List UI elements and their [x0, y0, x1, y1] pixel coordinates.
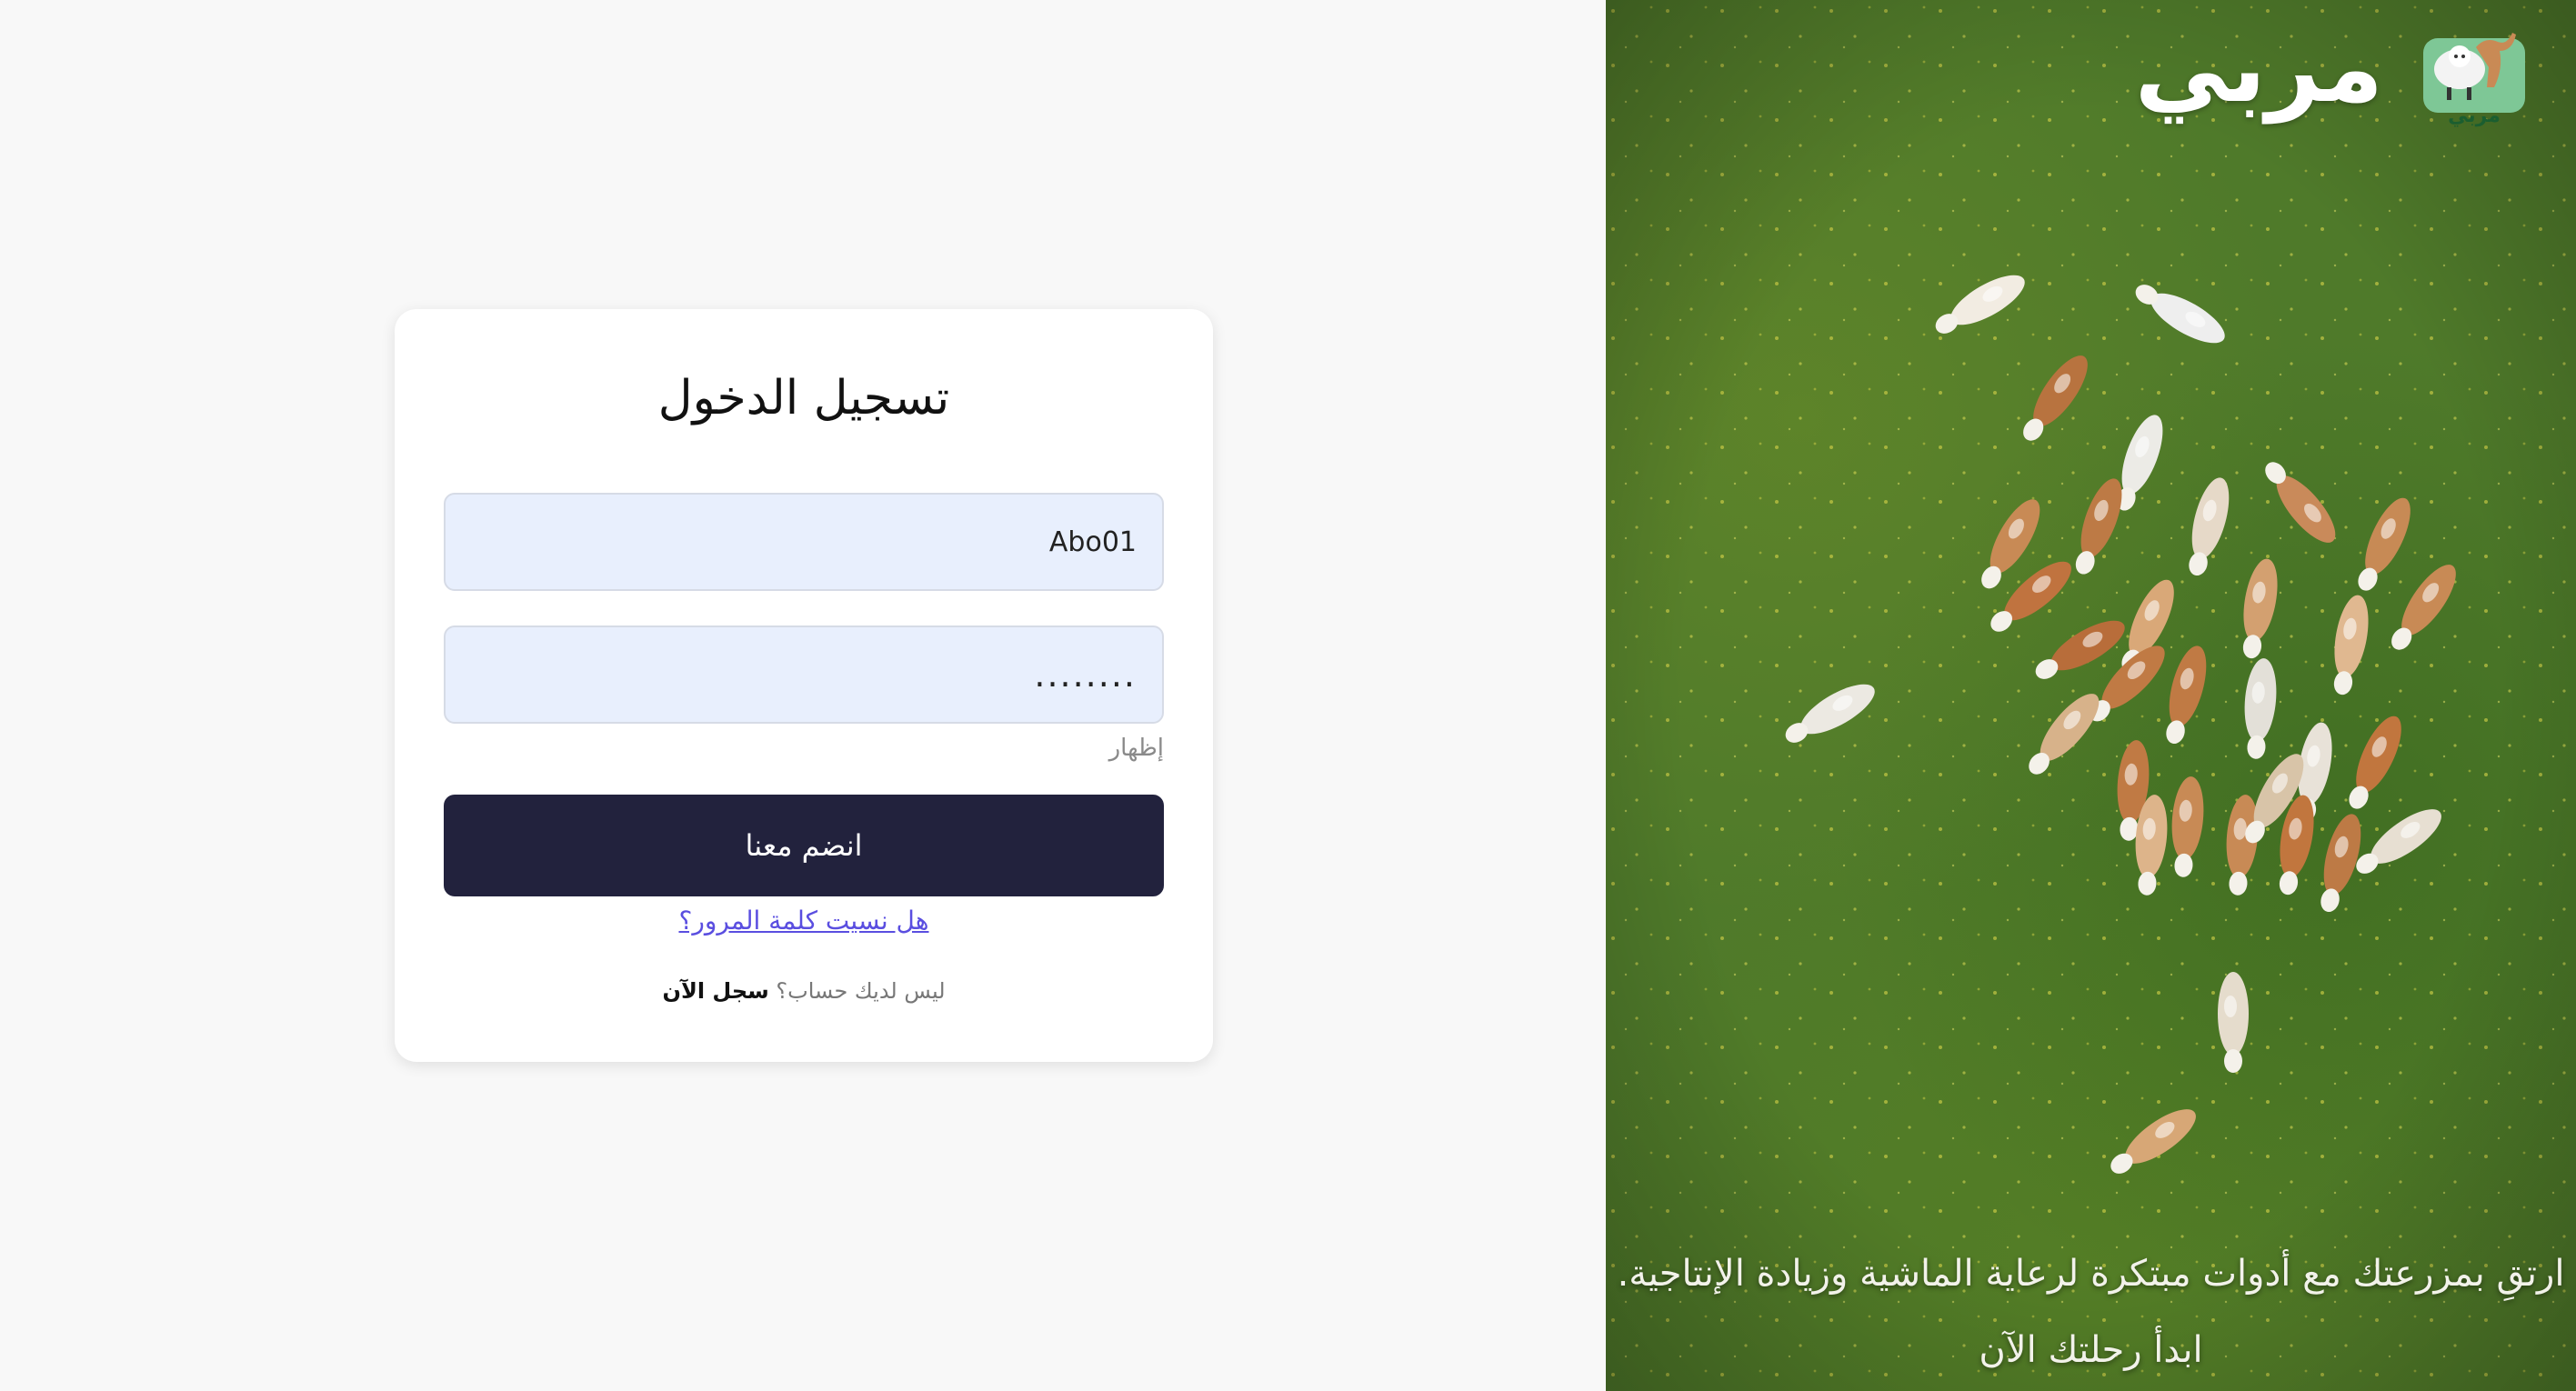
- signup-link[interactable]: سجل الآن: [662, 978, 768, 1004]
- signup-prompt: ليس لديك حساب؟ سجل الآن: [395, 978, 1213, 1004]
- login-card: تسجيل الدخول إظهار انضم معنا هل نسيت كلم…: [395, 309, 1213, 1062]
- cattle-field-image: [1606, 0, 2576, 1391]
- join-button[interactable]: انضم معنا: [444, 795, 1164, 896]
- camel-sheep-logo-icon: مربي: [2423, 33, 2525, 127]
- hero-cta-text: ابدأ رحلتك الآن: [1979, 1329, 2203, 1371]
- logo-caption: مربي: [2448, 105, 2501, 127]
- login-pane: تسجيل الدخول إظهار انضم معنا هل نسيت كلم…: [0, 0, 1606, 1391]
- no-account-text: ليس لديك حساب؟: [776, 978, 946, 1004]
- login-title: تسجيل الدخول: [657, 371, 950, 425]
- show-password-toggle[interactable]: إظهار: [1109, 735, 1164, 762]
- hero-tagline: ارتقِ بمزرعتك مع أدوات مبتكرة لرعاية الم…: [1617, 1253, 2565, 1295]
- hero-image-pane: مربي مربي ارتقِ بمزرعتك مع أدوات مبتكرة …: [1606, 0, 2576, 1391]
- password-input[interactable]: [444, 625, 1164, 724]
- username-input[interactable]: [444, 493, 1164, 591]
- brand: مربي مربي: [2135, 9, 2529, 127]
- brand-name: مربي: [2134, 13, 2383, 124]
- forgot-password-link[interactable]: هل نسيت كلمة المرور؟: [395, 906, 1213, 936]
